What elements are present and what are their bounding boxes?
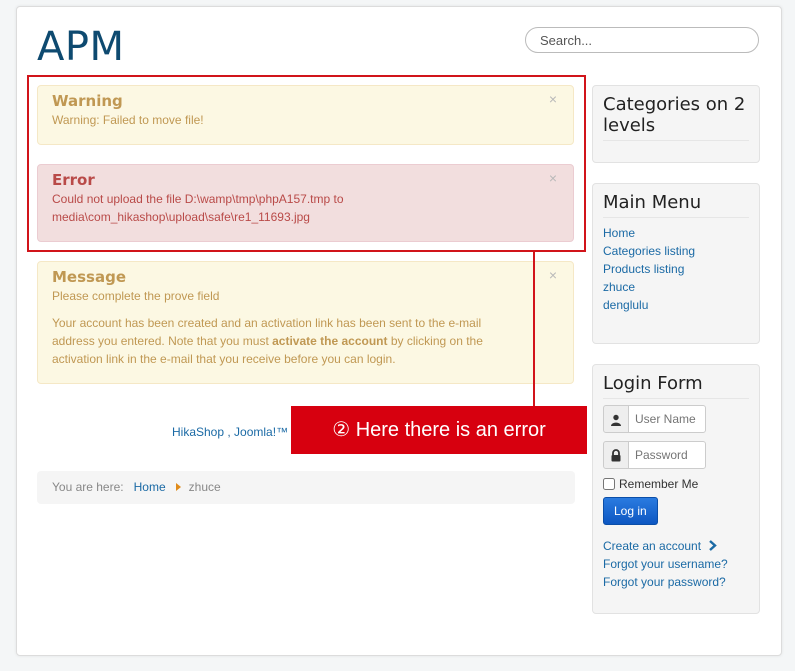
menu-item-categories-listing[interactable]: Categories listing [603, 242, 749, 260]
main-menu-module: Main Menu Home Categories listing Produc… [592, 183, 760, 344]
menu-item-denglulu[interactable]: denglulu [603, 296, 749, 314]
annotation-highlight-box [27, 75, 586, 252]
password-group [603, 441, 706, 469]
lock-icon [603, 441, 629, 469]
remember-me-checkbox[interactable] [603, 478, 615, 490]
username-input[interactable] [628, 405, 706, 433]
create-account-link[interactable]: Create an account [603, 537, 749, 555]
activate-account-emphasis: activate the account [272, 334, 388, 348]
menu-item-home[interactable]: Home [603, 224, 749, 242]
forgot-username-link[interactable]: Forgot your username? [603, 555, 749, 573]
annotation-connector-line [533, 252, 535, 406]
username-group [603, 405, 706, 433]
forgot-password-link[interactable]: Forgot your password? [603, 573, 749, 591]
password-input[interactable] [628, 441, 706, 469]
breadcrumb: You are here: Home zhuce [37, 471, 575, 504]
module-title: Login Form [603, 373, 749, 399]
user-icon [603, 405, 629, 433]
breadcrumb-current: zhuce [188, 480, 221, 494]
alert-text-line: Your account has been created and an act… [52, 316, 482, 330]
alert-text-line: activation link in the e-mail that you r… [52, 352, 396, 366]
alert-title: Message [52, 268, 126, 286]
site-brand[interactable]: APM [37, 24, 125, 70]
close-icon[interactable]: × [549, 266, 557, 284]
message-alert: Message Please complete the prove field … [37, 261, 574, 384]
breadcrumb-arrow-icon [175, 483, 181, 491]
module-title: Main Menu [603, 192, 749, 218]
annotation-callout: ② Here there is an error [291, 406, 587, 454]
footer-credits: HikaShop , Joomla!™ [172, 425, 289, 439]
search-input[interactable] [525, 27, 759, 53]
remember-me-label: Remember Me [619, 477, 699, 491]
chevron-right-icon [709, 540, 718, 551]
alert-text-line: address you entered. Note that you must … [52, 334, 483, 348]
menu-item-zhuce[interactable]: zhuce [603, 278, 749, 296]
module-title: Categories on 2 levels [603, 94, 749, 141]
alert-text: Please complete the prove field [52, 289, 220, 303]
login-button[interactable]: Log in [603, 497, 658, 525]
joomla-link[interactable]: Joomla!™ [234, 425, 288, 439]
hikashop-link[interactable]: HikaShop [172, 425, 224, 439]
remember-me[interactable]: Remember Me [603, 477, 749, 491]
breadcrumb-home-link[interactable]: Home [134, 480, 166, 494]
login-form-module: Login Form Remember Me Log in Create an … [592, 364, 760, 614]
breadcrumb-prefix: You are here: [52, 480, 124, 494]
categories-module: Categories on 2 levels [592, 85, 760, 163]
menu-item-products-listing[interactable]: Products listing [603, 260, 749, 278]
